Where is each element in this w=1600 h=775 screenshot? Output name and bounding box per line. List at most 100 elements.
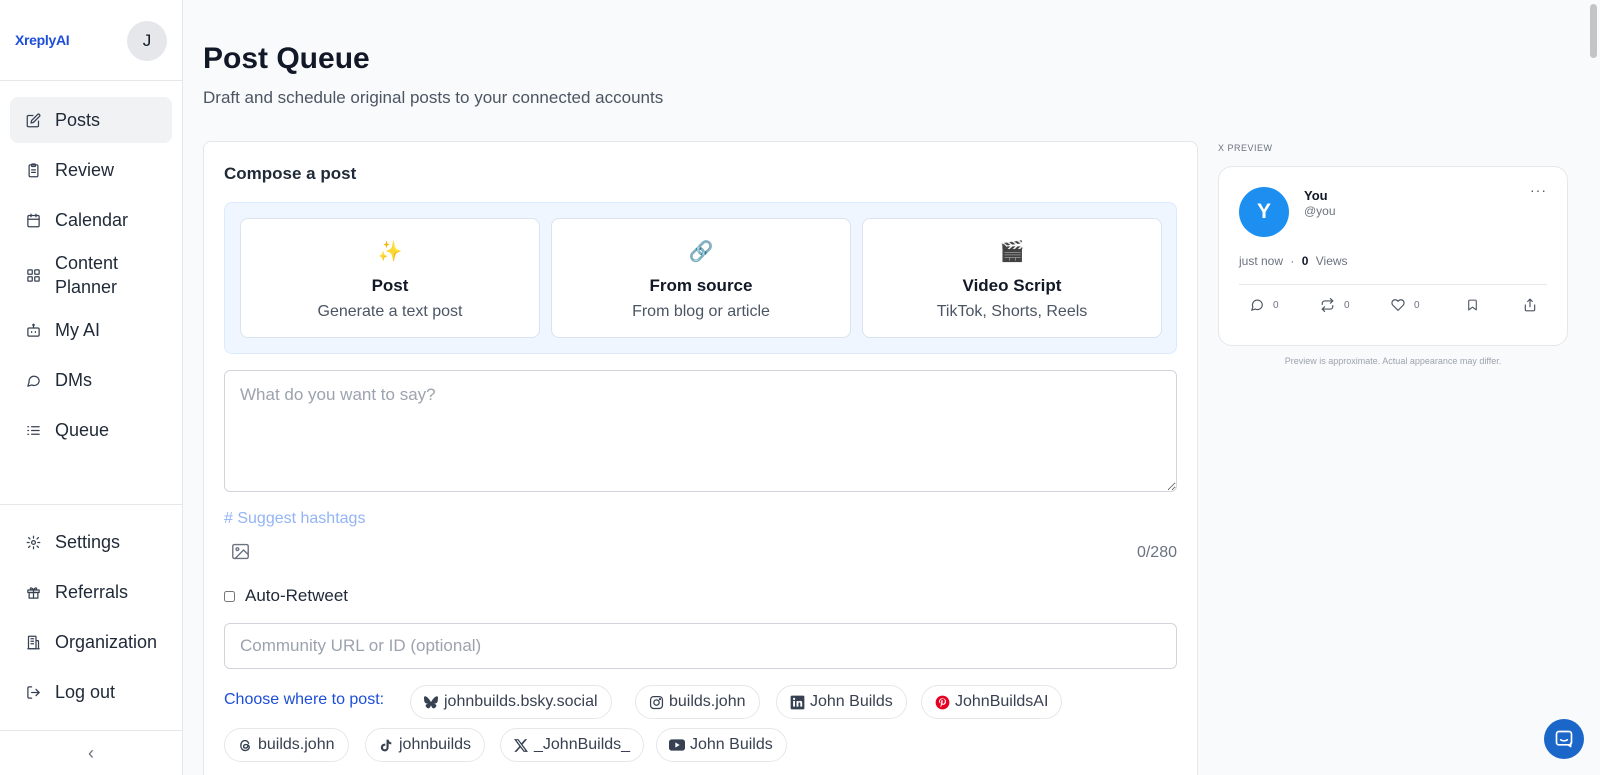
bookmark-icon [1468,299,1477,311]
chat-support-button[interactable] [1544,719,1584,759]
account-chip-pinterest[interactable]: JohnBuildsAI [921,685,1063,719]
suggest-hashtags-button[interactable]: # Suggest hashtags [224,510,365,528]
like-icon [1391,299,1405,311]
reply-icon [1251,299,1263,311]
community-input[interactable] [224,623,1177,669]
compose-title: Compose a post [224,164,357,183]
brand-logo[interactable]: XreplyAI [15,32,70,48]
secondary-nav: Settings Referrals Organization Log out [10,519,172,719]
x-logo-icon [513,737,529,753]
clapperboard-icon: 🎬 [999,241,1025,263]
sidebar-item-label: Calendar [55,210,129,230]
clipboard-icon [25,162,41,178]
account-chip-label: johnbuilds [399,736,472,753]
share-icon [1524,298,1536,312]
sidebar-item-my-ai[interactable]: My AI [10,307,172,353]
preview-avatar: Y [1239,187,1289,237]
tiktok-icon [378,737,394,753]
sidebar-divider [0,504,182,505]
preview-share-button[interactable] [1523,298,1546,312]
preview-views-count: 0 [1301,254,1309,268]
account-chip-youtube[interactable]: John Builds [656,728,787,762]
account-chip-label: JohnBuildsAI [955,693,1049,710]
mode-title: From source [649,276,753,295]
preview-views-label: Views [1315,254,1348,268]
preview-time: just now [1239,254,1284,268]
sidebar-item-review[interactable]: Review [10,147,172,193]
mode-subtitle: From blog or article [632,303,770,320]
calendar-icon [25,212,41,228]
account-chip-label: John Builds [690,736,773,753]
bluesky-icon [423,694,439,710]
collapse-sidebar-button[interactable]: ‹ [0,730,182,775]
link-icon: 🔗 [688,241,714,263]
choose-where-label: Choose where to post: [224,691,385,708]
account-chip-bluesky[interactable]: johnbuilds.bsky.social [410,685,612,719]
account-chip-x[interactable]: _JohnBuilds_ [500,728,645,762]
mode-subtitle: TikTok, Shorts, Reels [936,303,1088,320]
preview-repost-button[interactable]: 0 [1320,298,1350,312]
mode-post-card[interactable]: ✨ Post Generate a text post [240,218,540,338]
mode-title: Video Script [962,276,1062,295]
building-icon [25,634,41,650]
mode-from-source-card[interactable]: 🔗 From source From blog or article [551,218,851,338]
account-chip-threads[interactable]: builds.john [224,728,349,762]
sidebar-item-label: Posts [55,110,101,130]
user-avatar[interactable]: J [127,21,167,61]
sidebar-item-settings[interactable]: Settings [10,519,172,565]
sidebar-item-label: DMs [55,370,92,390]
sidebar-item-referrals[interactable]: Referrals [10,569,172,615]
x-preview-card: Y You @you ··· just now · 0 Views 0 0 0 [1218,166,1568,346]
account-chip-label: builds.john [258,736,335,753]
preview-handle: @you [1304,204,1336,218]
preview-label: X PREVIEW [1218,143,1273,153]
sidebar-item-label: Review [55,160,115,180]
sidebar-item-calendar[interactable]: Calendar [10,197,172,243]
youtube-icon [669,737,685,753]
preview-reply-button[interactable]: 0 [1250,298,1279,312]
preview-dot: · [1290,254,1295,268]
account-chip-instagram[interactable]: builds.john [635,685,760,719]
preview-disclaimer: Preview is approximate. Actual appearanc… [1284,356,1502,366]
auto-retweet-checkbox[interactable] [224,590,235,602]
mode-subtitle: Generate a text post [317,303,463,320]
post-text-input[interactable] [224,370,1177,492]
account-chip-label: builds.john [669,693,746,710]
message-icon [25,372,41,388]
auto-retweet-row[interactable]: Auto-Retweet [224,586,348,606]
mode-video-script-card[interactable]: 🎬 Video Script TikTok, Shorts, Reels [862,218,1162,338]
sidebar-item-queue[interactable]: Queue [10,407,172,453]
sidebar-item-logout[interactable]: Log out [10,669,172,715]
sidebar-item-posts[interactable]: Posts [10,97,172,143]
account-chip-tiktok[interactable]: johnbuilds [365,728,486,762]
sidebar-header: XreplyAI J [0,0,182,81]
sidebar-item-label: Referrals [55,582,129,602]
more-options-icon[interactable]: ··· [1530,182,1547,198]
gift-icon [25,584,41,600]
sidebar-item-label: Content Planner [55,253,119,297]
post-mode-selector: ✨ Post Generate a text post 🔗 From sourc… [224,202,1177,354]
chevron-left-icon: ‹ [88,742,94,763]
image-upload-icon[interactable] [231,543,251,561]
preview-divider [1239,284,1547,285]
like-count: 0 [1414,299,1420,311]
sidebar-item-organization[interactable]: Organization [10,619,172,665]
account-chip-label: John Builds [810,693,893,710]
repost-count: 0 [1344,299,1350,311]
sidebar-item-dms[interactable]: DMs [10,357,172,403]
page-subtitle: Draft and schedule original posts to you… [203,88,664,107]
account-chip-linkedin[interactable]: John Builds [776,685,907,719]
sidebar-item-content-planner[interactable]: Content Planner [10,247,172,303]
sidebar-item-label: Organization [55,632,158,652]
main-nav: Posts Review Calendar Content Planner My… [10,97,172,457]
sidebar: XreplyAI J Posts Review Calendar Content… [0,0,183,775]
preview-like-button[interactable]: 0 [1391,298,1420,312]
gear-icon [25,534,41,550]
reply-count: 0 [1273,299,1279,311]
bot-icon [25,322,41,338]
edit-icon [25,112,41,128]
linkedin-icon [789,694,805,710]
page-scrollbar[interactable] [1590,4,1597,58]
preview-bookmark-button[interactable] [1466,298,1488,312]
logout-icon [25,684,41,700]
